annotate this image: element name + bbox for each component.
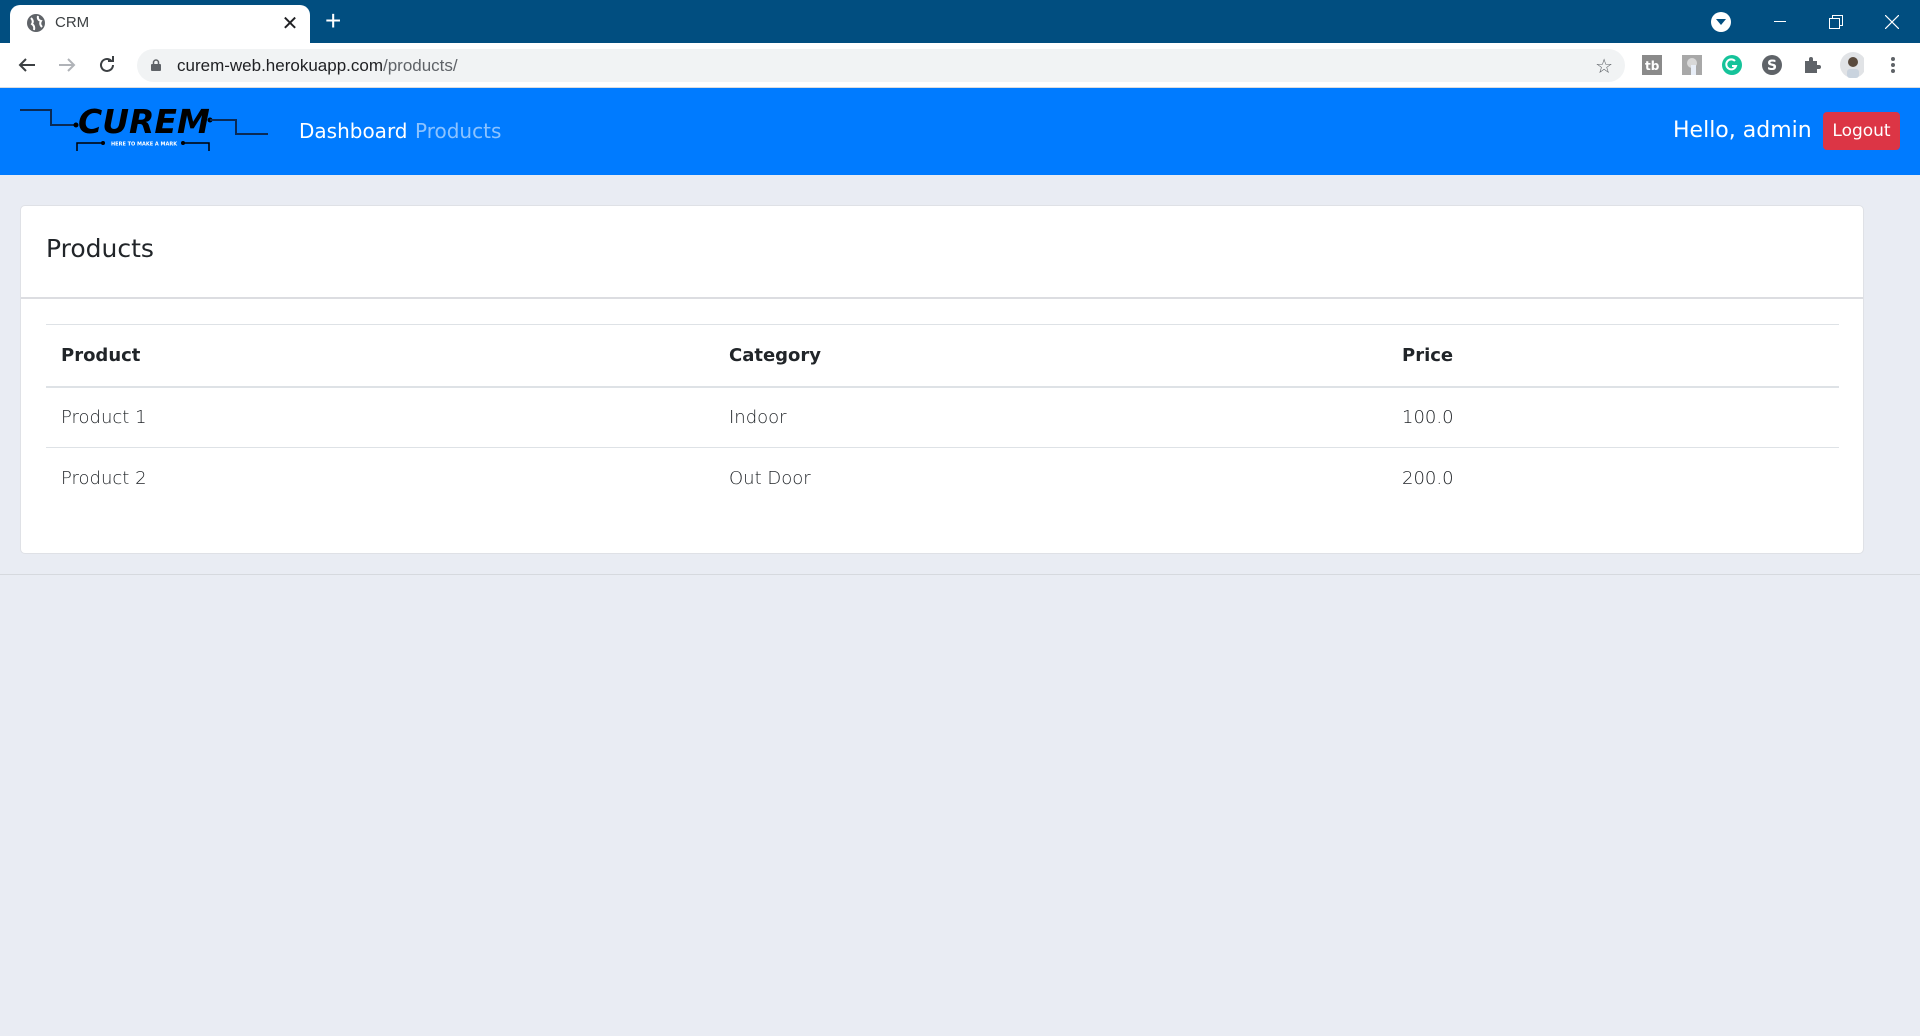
products-table: Product Category Price Product 1 Indoor … [46,324,1839,509]
product-name-cell: Product 2 [61,467,147,489]
logo-tagline: HERE TO MAKE A MARK [111,142,178,148]
logout-button[interactable]: Logout [1823,112,1900,150]
column-header-category: Category [714,324,1387,388]
table-row: Product 1 Indoor 100.0 [46,386,1839,448]
page-divider [0,574,1920,575]
browser-menu-icon[interactable] [1881,53,1905,77]
grammarly-icon[interactable] [1720,53,1744,77]
reload-button[interactable] [93,51,121,79]
price-cell: 200.0 [1402,467,1454,489]
logo-brand-text: CUREM [78,103,210,141]
page-title: Products [46,234,154,263]
address-bar[interactable]: curem-web.herokuapp.com/products/ ☆ [137,49,1625,82]
profile-avatar[interactable] [1840,52,1864,78]
minimize-icon [1774,20,1786,22]
column-header-price: Price [1387,324,1839,388]
products-card: Products Product Category Price Product … [20,205,1864,554]
new-tab-button[interactable]: + [325,5,341,37]
arrow-right-icon [59,58,76,72]
curem-logo[interactable]: CUREM HERE TO MAKE A MARK [18,103,270,163]
tb-extension-icon[interactable]: tb [1640,53,1664,77]
price-cell: 100.0 [1387,386,1839,448]
reload-icon [100,56,114,72]
globe-icon [27,14,45,32]
close-tab-icon[interactable]: ✕ [280,11,300,36]
url-text[interactable]: curem-web.herokuapp.com/products/ [177,56,458,76]
minimize-button[interactable] [1752,0,1808,43]
browser-toolbar: curem-web.herokuapp.com/products/ ☆ tb S [0,43,1920,88]
arrow-left-icon [18,58,35,72]
table-row: Product 2 Out Door 200.0 [46,448,1839,509]
forward-button[interactable] [53,51,81,79]
tab-search-icon[interactable] [1711,12,1731,32]
url-host: curem-web.herokuapp.com [177,56,383,75]
back-button[interactable] [13,51,41,79]
table-header-row: Product Category Price [46,324,1839,388]
nav-link-products[interactable]: Products [415,119,501,143]
close-window-button[interactable] [1864,0,1920,43]
app-navbar: CUREM HERE TO MAKE A MARK Dashboard Prod… [0,88,1920,175]
svg-text:tb: tb [1645,59,1660,73]
browser-tab[interactable]: CRM ✕ [10,5,310,43]
nav-link-dashboard[interactable]: Dashboard [299,119,408,143]
category-cell: Indoor [714,386,1387,448]
tab-title: CRM [55,14,90,31]
svg-text:S: S [1767,58,1777,74]
extensions-puzzle-icon[interactable] [1800,53,1824,77]
restore-icon [1829,14,1843,29]
restore-button[interactable] [1808,0,1864,43]
lock-icon [151,59,161,71]
column-header-product: Product [46,324,714,388]
url-path: /products/ [382,56,458,75]
close-icon [1885,14,1899,29]
browser-tab-strip: CRM ✕ + [0,0,1920,43]
user-greeting: Hello, admin [1673,118,1812,143]
product-name-cell: Product 1 [46,386,714,448]
bookmark-star-icon[interactable]: ☆ [1595,54,1613,79]
card-header: Products [21,206,1863,299]
category-cell: Out Door [729,467,811,489]
touch-extension-icon[interactable] [1680,53,1704,77]
s-extension-icon[interactable]: S [1760,53,1784,77]
